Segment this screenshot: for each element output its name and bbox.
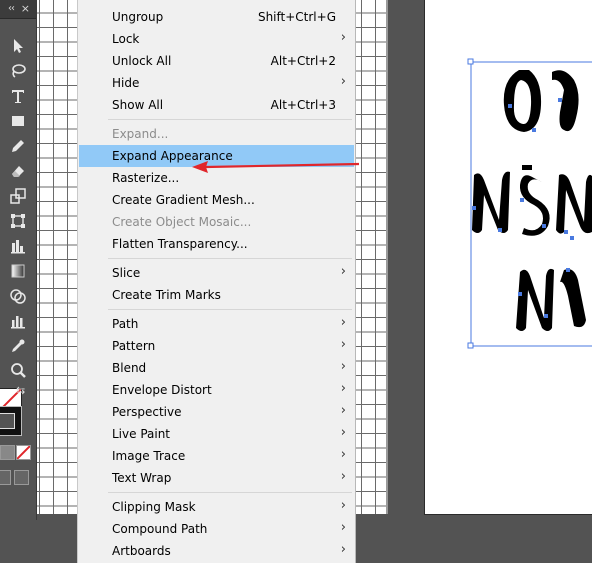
menu-item-label: Create Gradient Mesh... [112, 193, 255, 207]
submenu-arrow-icon: › [340, 403, 346, 418]
fill-stroke-swatches: ⇆ [0, 382, 36, 442]
submenu-arrow-icon: › [340, 520, 346, 535]
submenu-arrow-icon: › [340, 337, 346, 352]
submenu-arrow-icon: › [340, 30, 346, 45]
color-mode-row [0, 445, 36, 463]
menu-item-label: Clipping Mask [112, 500, 196, 514]
submenu-arrow-icon: › [340, 447, 346, 462]
free-transform-tool-icon[interactable] [0, 208, 36, 233]
menu-item-perspective[interactable]: Perspective › [79, 401, 354, 423]
menu-item-label: Path [112, 317, 139, 331]
object-context-menu: Ungroup Shift+Ctrl+G Lock › Unlock All A… [77, 0, 356, 563]
menu-item-create-trim-marks[interactable]: Create Trim Marks [79, 284, 354, 306]
menu-item-image-trace[interactable]: Image Trace › [79, 445, 354, 467]
menu-item-envelope-distort[interactable]: Envelope Distort › [79, 379, 354, 401]
menu-item-label: Envelope Distort [112, 383, 212, 397]
draw-mode-row [0, 470, 36, 488]
menu-item-path[interactable]: Path › [79, 313, 354, 335]
menu-item-ungroup[interactable]: Ungroup Shift+Ctrl+G [79, 6, 354, 28]
menu-item-label: Hide [112, 76, 140, 90]
pencil-tool-icon[interactable] [0, 133, 36, 158]
menu-item-slice[interactable]: Slice › [79, 262, 354, 284]
close-icon[interactable]: × [21, 2, 30, 15]
submenu-arrow-icon: › [340, 359, 346, 374]
type-tool-icon[interactable] [0, 83, 36, 108]
menu-item-create-object-mosaic: Create Object Mosaic... [79, 211, 354, 233]
submenu-arrow-icon: › [340, 264, 346, 279]
canvas-gutter [388, 0, 424, 563]
gradient-icon[interactable] [0, 445, 15, 460]
menu-item-artboards[interactable]: Artboards › [79, 540, 354, 562]
scale-tool-icon[interactable] [0, 183, 36, 208]
menu-item-label: Flatten Transparency... [112, 237, 248, 251]
menu-item-shortcut: Alt+Ctrl+3 [270, 98, 336, 112]
menu-item-label: Create Object Mosaic... [112, 215, 252, 229]
menu-item-label: Rasterize... [112, 171, 180, 185]
submenu-arrow-icon: › [340, 381, 346, 396]
menu-item-shortcut: Alt+Ctrl+2 [270, 54, 336, 68]
menu-item-label: Pattern [112, 339, 156, 353]
menu-item-expand: Expand... [79, 123, 354, 145]
menu-item-label: Unlock All [112, 54, 172, 68]
lasso-tool-icon[interactable] [0, 58, 36, 83]
submenu-arrow-icon: › [340, 542, 346, 557]
menu-item-label: Live Paint [112, 427, 171, 441]
menu-item-flatten-transparency[interactable]: Flatten Transparency... [79, 233, 354, 255]
submenu-arrow-icon: › [340, 425, 346, 440]
menu-item-label: Compound Path [112, 522, 208, 536]
menu-item-label: Image Trace [112, 449, 186, 463]
menu-separator [108, 309, 352, 310]
graph-tool-icon[interactable] [0, 233, 36, 258]
menu-separator [108, 119, 352, 120]
menu-item-label: Show All [112, 98, 164, 112]
menu-item-label: Lock [112, 32, 140, 46]
menu-item-shortcut: Shift+Ctrl+G [257, 10, 336, 24]
tools-panel-header: ‹‹ × [0, 0, 36, 19]
eyedropper-tool-icon[interactable] [0, 333, 36, 358]
menu-item-hide[interactable]: Hide › [79, 72, 354, 94]
rectangle-tool-icon[interactable] [0, 108, 36, 133]
column-graph-tool-icon[interactable] [0, 308, 36, 333]
menu-item-show-all[interactable]: Show All Alt+Ctrl+3 [79, 94, 354, 116]
zoom-tool-icon[interactable] [0, 358, 36, 383]
submenu-arrow-icon: › [340, 469, 346, 484]
eraser-tool-icon[interactable] [0, 158, 36, 183]
menu-item-clipping-mask[interactable]: Clipping Mask › [79, 496, 354, 518]
annotation-arrow-icon [192, 161, 360, 173]
menu-item-label: Artboards [112, 544, 171, 558]
menu-item-label: Create Trim Marks [112, 288, 221, 302]
none-icon[interactable] [16, 445, 31, 460]
menu-item-compound-path[interactable]: Compound Path › [79, 518, 354, 540]
submenu-arrow-icon: › [340, 315, 346, 330]
menu-item-text-wrap[interactable]: Text Wrap › [79, 467, 354, 489]
menu-item-label: Ungroup [112, 10, 164, 24]
menu-separator [108, 258, 352, 259]
draw-inside-icon[interactable] [14, 470, 29, 485]
menu-item-label: Text Wrap [112, 471, 172, 485]
menu-item-label: Slice [112, 266, 141, 280]
gradient-tool-icon[interactable] [0, 258, 36, 283]
shape-builder-tool-icon[interactable] [0, 283, 36, 308]
menu-item-label: Perspective [112, 405, 182, 419]
tools-panel: ‹‹ × ⇆ [0, 0, 37, 520]
selection-tool-icon[interactable] [0, 33, 36, 58]
menu-item-create-gradient-mesh[interactable]: Create Gradient Mesh... [79, 189, 354, 211]
menu-item-label: Blend [112, 361, 147, 375]
draw-normal-icon[interactable] [0, 470, 11, 485]
submenu-arrow-icon: › [340, 498, 346, 513]
submenu-arrow-icon: › [340, 74, 346, 89]
menu-item-unlock-all[interactable]: Unlock All Alt+Ctrl+2 [79, 50, 354, 72]
menu-item-label: Expand... [112, 127, 169, 141]
selected-artwork[interactable] [424, 0, 592, 514]
menu-separator [108, 492, 352, 493]
stroke-swatch[interactable] [0, 406, 22, 436]
menu-item-blend[interactable]: Blend › [79, 357, 354, 379]
swap-icon[interactable]: ⇆ [16, 384, 25, 397]
menu-item-live-paint[interactable]: Live Paint › [79, 423, 354, 445]
menu-item-lock[interactable]: Lock › [79, 28, 354, 50]
collapse-icon[interactable]: ‹‹ [8, 3, 15, 14]
menu-item-pattern[interactable]: Pattern › [79, 335, 354, 357]
